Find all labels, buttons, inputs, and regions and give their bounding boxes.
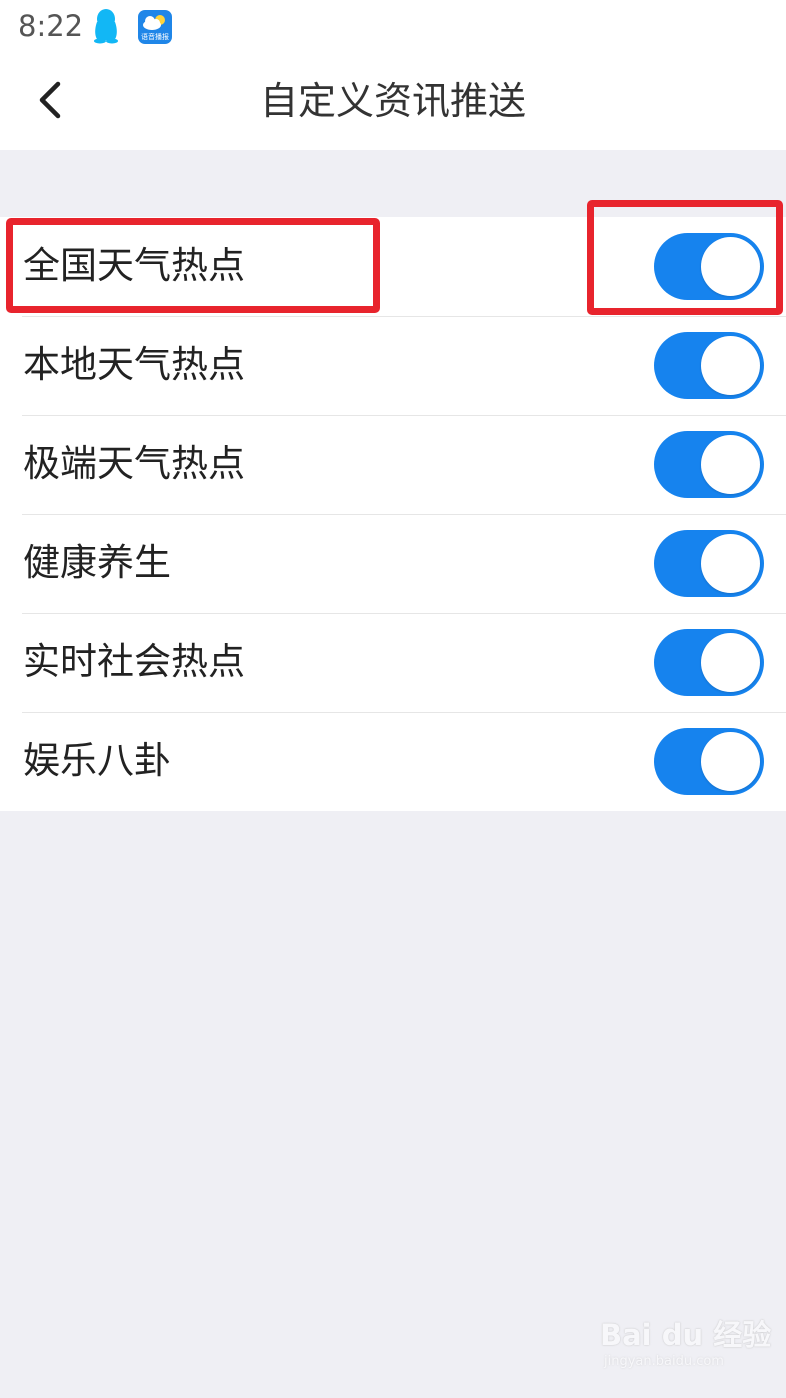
nav-bar: 自定义资讯推送: [0, 52, 786, 150]
settings-row-label: 娱乐八卦: [23, 739, 171, 782]
status-time: 8:22: [18, 9, 84, 43]
toggle-switch[interactable]: [654, 530, 764, 597]
settings-row: 本地天气热点: [0, 316, 786, 415]
toggle-knob: [701, 633, 760, 692]
toggle-knob: [701, 732, 760, 791]
toggle-switch[interactable]: [654, 728, 764, 795]
toggle-switch[interactable]: [654, 332, 764, 399]
settings-row-label: 全国天气热点: [23, 244, 245, 287]
weather-app-icon: 语音播报: [138, 10, 172, 44]
page-title: 自定义资讯推送: [259, 79, 526, 123]
settings-row-label: 健康养生: [23, 541, 171, 584]
settings-row: 全国天气热点: [0, 217, 786, 316]
settings-row: 实时社会热点: [0, 613, 786, 712]
settings-row-label: 本地天气热点: [23, 343, 245, 386]
toggle-switch[interactable]: [654, 629, 764, 696]
watermark: Bai du 经验 jingyan.baidu.com: [600, 1318, 771, 1378]
settings-row-label: 实时社会热点: [23, 640, 245, 683]
settings-row: 娱乐八卦: [0, 712, 786, 811]
toggle-switch[interactable]: [654, 431, 764, 498]
weather-app-label: 语音播报: [141, 33, 169, 41]
toggle-knob: [701, 336, 760, 395]
toggle-knob: [701, 435, 760, 494]
qq-icon: [92, 8, 120, 44]
settings-row: 极端天气热点: [0, 415, 786, 514]
toggle-knob: [701, 237, 760, 296]
settings-list: 全国天气热点 本地天气热点 极端天气热点 健康养生实时社会热点 娱乐八卦: [0, 217, 786, 811]
status-bar: 8:22 语音播报: [0, 0, 786, 52]
toggle-switch[interactable]: [654, 233, 764, 300]
toggle-knob: [701, 534, 760, 593]
settings-row: 健康养生: [0, 514, 786, 613]
watermark-logo: Bai du 经验: [600, 1318, 772, 1352]
settings-row-label: 极端天气热点: [23, 442, 245, 485]
watermark-url: jingyan.baidu.com: [604, 1354, 724, 1369]
